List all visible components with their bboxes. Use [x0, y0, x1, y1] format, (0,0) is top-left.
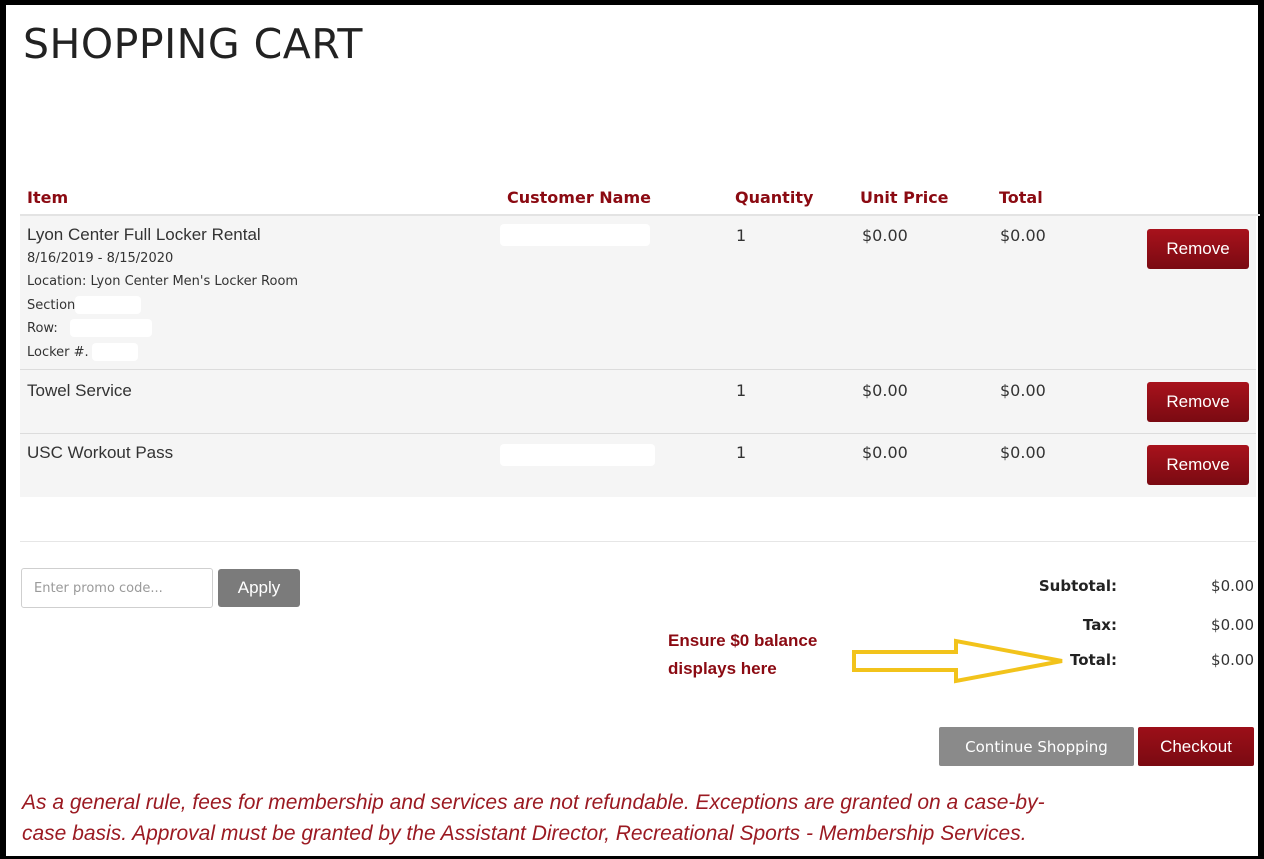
redacted-section [75, 296, 141, 314]
balance-annotation: Ensure $0 balance displays here [668, 627, 868, 683]
table-row: USC Workout Pass 1 $0.00 $0.00 Remove [20, 434, 1256, 497]
arrow-icon [852, 638, 1063, 684]
remove-button[interactable]: Remove [1147, 229, 1249, 269]
header-quantity: Quantity [735, 188, 814, 207]
annotation-line-1: Ensure $0 balance [668, 631, 818, 650]
item-quantity: 1 [736, 381, 747, 400]
item-name: Lyon Center Full Locker Rental [27, 225, 261, 244]
header-total: Total [999, 188, 1043, 207]
remove-button[interactable]: Remove [1147, 382, 1249, 422]
redacted-row [70, 319, 152, 337]
subtotal-label: Subtotal: [1038, 577, 1117, 595]
checkout-button[interactable]: Checkout [1138, 727, 1254, 766]
item-unit-price: $0.00 [862, 381, 908, 400]
item-name: Towel Service [27, 381, 132, 400]
refund-policy-line-1: As a general rule, fees for membership a… [22, 791, 1045, 814]
header-unit-price: Unit Price [860, 188, 949, 207]
header-customer-name: Customer Name [507, 188, 651, 207]
item-row: Row: [27, 321, 58, 336]
header-item: Item [27, 188, 69, 207]
continue-shopping-button[interactable]: Continue Shopping [939, 727, 1134, 766]
item-unit-price: $0.00 [862, 226, 908, 245]
tax-value: $0.00 [1211, 616, 1254, 634]
annotation-line-2: displays here [668, 659, 777, 678]
table-row: Towel Service 1 $0.00 $0.00 Remove [20, 370, 1256, 433]
item-total: $0.00 [1000, 226, 1046, 245]
refund-policy: As a general rule, fees for membership a… [22, 787, 1254, 849]
item-name: USC Workout Pass [27, 443, 174, 462]
promo-code-input[interactable] [21, 568, 213, 608]
item-quantity: 1 [736, 443, 747, 462]
table-row: Lyon Center Full Locker Rental 8/16/2019… [20, 216, 1256, 369]
subtotal-value: $0.00 [1211, 577, 1254, 595]
item-date-range: 8/16/2019 - 8/15/2020 [27, 251, 174, 266]
section-divider [20, 541, 1256, 542]
redacted-customer-name [500, 224, 650, 246]
apply-promo-button[interactable]: Apply [218, 569, 300, 607]
remove-button[interactable]: Remove [1147, 445, 1249, 485]
item-location: Location: Lyon Center Men's Locker Room [27, 274, 299, 289]
item-locker: Locker #. [27, 345, 89, 360]
redacted-locker [92, 343, 138, 361]
item-total: $0.00 [1000, 381, 1046, 400]
total-value: $0.00 [1211, 651, 1254, 669]
item-total: $0.00 [1000, 443, 1046, 462]
item-unit-price: $0.00 [862, 443, 908, 462]
refund-policy-line-2: case basis. Approval must be granted by … [22, 822, 1027, 845]
tax-label: Tax: [1082, 616, 1117, 634]
item-quantity: 1 [736, 226, 747, 245]
redacted-customer-name [500, 444, 655, 466]
page-title: SHOPPING CART [23, 20, 363, 68]
